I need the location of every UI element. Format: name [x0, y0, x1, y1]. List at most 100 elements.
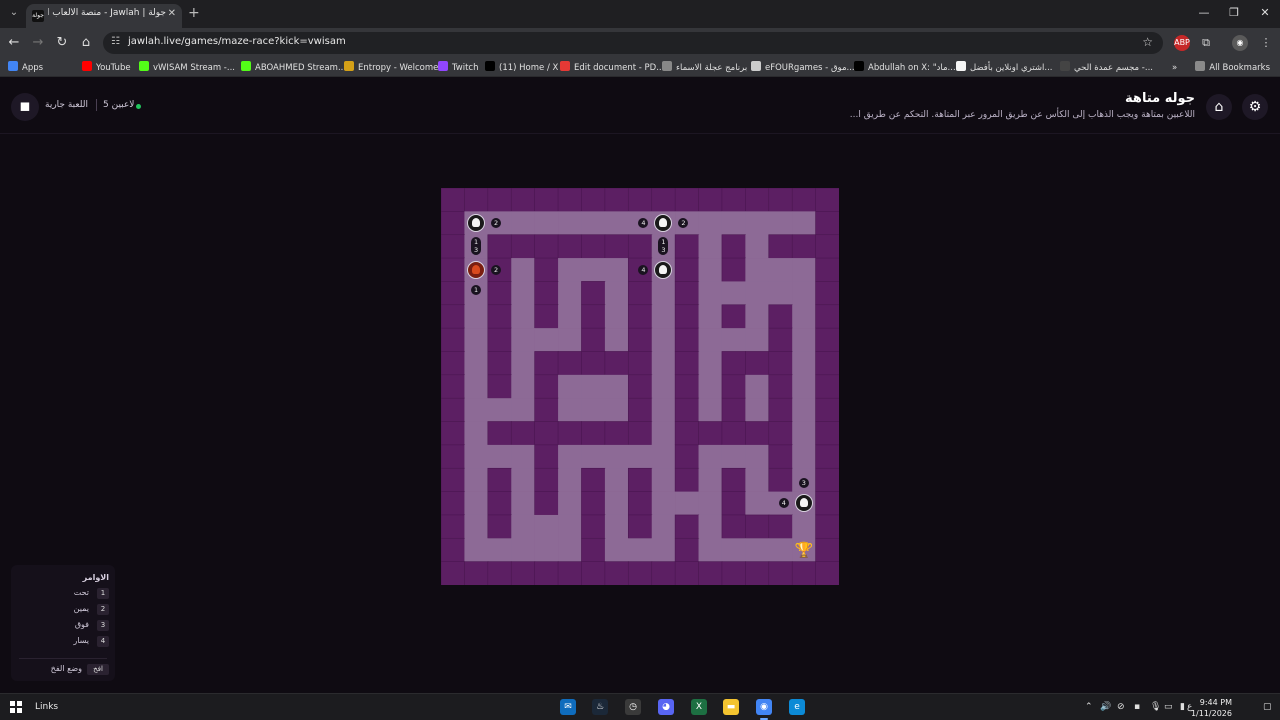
- maze-wall: [674, 374, 700, 399]
- bookmark-item[interactable]: مجسم عمدة الحي -...: [1060, 61, 1153, 75]
- bookmark-item[interactable]: Apps: [8, 61, 43, 75]
- maze-path: [792, 258, 816, 282]
- windows-start-icon[interactable]: [10, 701, 22, 713]
- browser-menu-icon[interactable]: ⋮: [1258, 35, 1274, 51]
- wheel-icon: [662, 61, 672, 71]
- maze-path: [745, 444, 770, 469]
- clock-icon[interactable]: ◷: [625, 699, 641, 715]
- bookmark-label: مجسم عمدة الحي -...: [1074, 63, 1153, 73]
- profile-avatar-icon[interactable]: ◉: [1232, 35, 1248, 51]
- maze-wall: [581, 514, 606, 539]
- home-icon[interactable]: ⌂: [78, 35, 94, 51]
- extensions-icon[interactable]: ⧉: [1198, 35, 1214, 51]
- ghost-icon: [659, 218, 668, 228]
- maze-path: [792, 304, 816, 329]
- outlook-icon[interactable]: ✉: [560, 699, 576, 715]
- microphone-icon[interactable]: 🎙: [1150, 702, 1161, 712]
- maze-wall: [815, 561, 839, 585]
- adblock-icon[interactable]: ABP: [1174, 35, 1190, 51]
- maze-wall: [674, 444, 700, 469]
- maze-path: [745, 374, 770, 399]
- forward-icon[interactable]: →: [30, 35, 46, 51]
- volume-icon[interactable]: 🔊: [1100, 702, 1111, 712]
- maze-path: [511, 538, 535, 562]
- explorer-icon[interactable]: ▬: [723, 699, 739, 715]
- battery-icon[interactable]: ▮: [1180, 702, 1185, 712]
- browser-tab[interactable]: جولة جولة | Jawlah - منصة الألعاب الـ...…: [26, 4, 182, 28]
- tab-search-icon[interactable]: ⌄: [6, 5, 22, 21]
- maze-path: [558, 398, 582, 422]
- amazon-icon: [956, 61, 966, 71]
- tray-app-icon[interactable]: ▪: [1134, 702, 1140, 712]
- show-hidden-icons-icon[interactable]: ⌃: [1085, 702, 1093, 712]
- bookmark-item[interactable]: اشتري اونلاين بأفضل...: [956, 61, 1052, 75]
- address-bar[interactable]: ☷ jawlah.live/games/maze-race?kick=vwisa…: [103, 32, 1163, 54]
- tab-close-icon[interactable]: ✕: [168, 8, 176, 19]
- maze-wall: [815, 444, 839, 469]
- home-button[interactable]: ⌂: [1206, 94, 1232, 120]
- bookmark-item[interactable]: Twitch: [438, 61, 479, 75]
- maze-wall: [721, 257, 746, 283]
- bookmark-item[interactable]: برنامج عجلة الاسماء: [662, 61, 747, 75]
- maze-path: [768, 538, 793, 562]
- maze-path: [698, 398, 723, 422]
- maze-wall: [791, 188, 817, 212]
- discord-icon[interactable]: ◕: [658, 699, 674, 715]
- maze-path: [604, 398, 629, 422]
- all-bookmarks[interactable]: All Bookmarks: [1195, 61, 1270, 75]
- maze-path: [581, 258, 606, 282]
- bookmark-item[interactable]: YouTube: [82, 61, 131, 75]
- maze-path: [698, 514, 723, 539]
- maze-wall: [791, 561, 817, 585]
- maze-wall: [721, 421, 746, 446]
- maze-wall: [627, 188, 653, 212]
- player-badge: 1: [471, 284, 482, 295]
- bookmark-item[interactable]: (11) Home / X: [485, 61, 558, 75]
- notifications-icon[interactable]: ▢: [1263, 702, 1272, 712]
- steam-icon[interactable]: ♨: [592, 699, 608, 715]
- maze-wall: [627, 561, 653, 585]
- url-text[interactable]: jawlah.live/games/maze-race?kick=vwisam: [128, 36, 346, 47]
- ghost-icon: [472, 218, 481, 228]
- minimize-icon[interactable]: —: [1189, 6, 1219, 19]
- maze-wall: [745, 421, 770, 446]
- browser-toolbar: ← → ↻ ⌂ ☷ jawlah.live/games/maze-race?ki…: [0, 28, 1280, 58]
- back-icon[interactable]: ←: [6, 35, 22, 51]
- display-icon[interactable]: ▭: [1164, 702, 1173, 712]
- reload-icon[interactable]: ↻: [54, 35, 70, 51]
- window-close-icon[interactable]: ✕: [1250, 6, 1280, 19]
- settings-button[interactable]: ⚙: [1242, 94, 1268, 120]
- bookmark-item[interactable]: Edit document - PD...: [560, 61, 664, 75]
- bookmark-label: Edit document - PD...: [574, 63, 665, 73]
- links-toolbar[interactable]: Links: [35, 702, 58, 712]
- bookmark-item[interactable]: ABOAHMED Stream...: [241, 61, 346, 75]
- bookmark-item[interactable]: vWISAM Stream -...: [139, 61, 235, 75]
- system-clock[interactable]: 9:44 PM 1/11/2026: [1191, 697, 1232, 719]
- excel-icon[interactable]: X: [691, 699, 707, 715]
- divider: [96, 99, 97, 111]
- maze-wall: [768, 188, 793, 212]
- maze-wall: [674, 421, 700, 446]
- network-off-icon[interactable]: ⊘: [1117, 702, 1125, 712]
- command-row: 1 تحت: [19, 588, 109, 600]
- maze-wall: [557, 561, 583, 585]
- restore-icon[interactable]: ❐: [1219, 6, 1249, 19]
- bookmark-item[interactable]: Entropy - Welcome: [344, 61, 438, 75]
- bookmark-item[interactable]: eFOURgames - موق...: [751, 61, 855, 75]
- chrome-icon[interactable]: ◉: [756, 699, 772, 715]
- maze-wall: [627, 327, 653, 353]
- maze-path: [721, 328, 746, 352]
- maze-path: [604, 538, 629, 562]
- site-info-icon[interactable]: ☷: [111, 36, 120, 47]
- maze-wall: [487, 351, 512, 376]
- new-tab-icon[interactable]: +: [188, 5, 200, 21]
- maze-path: [698, 468, 723, 492]
- bookmark-item[interactable]: Abdullah on X: "ماد...: [854, 61, 956, 75]
- edge-icon[interactable]: e: [789, 699, 805, 715]
- more-bookmarks-icon[interactable]: »: [1172, 61, 1177, 75]
- maze-path: [745, 328, 770, 352]
- all-bookmarks-label: All Bookmarks: [1209, 63, 1270, 73]
- chat-bubble-icon[interactable]: ◼: [11, 93, 39, 121]
- bookmark-star-icon[interactable]: ☆: [1142, 35, 1153, 49]
- maze-wall: [534, 281, 559, 306]
